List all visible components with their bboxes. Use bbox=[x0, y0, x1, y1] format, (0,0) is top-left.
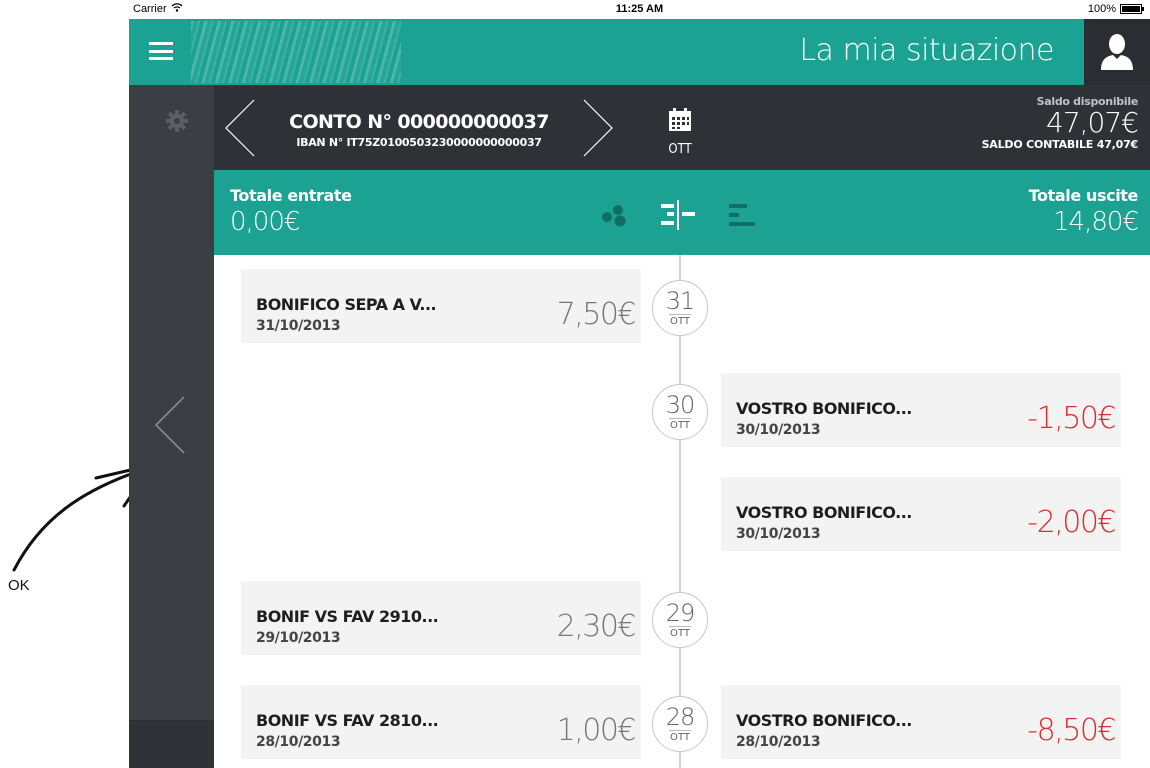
transaction-date: 31/10/2013 bbox=[256, 318, 341, 334]
sidebar-footer bbox=[129, 720, 214, 768]
view-switcher bbox=[599, 200, 757, 235]
transaction-title: VOSTRO BONIFICO... bbox=[736, 399, 912, 418]
expense-label: Totale uscite bbox=[1028, 186, 1139, 205]
transaction-amount: -1,50€ bbox=[1027, 401, 1116, 436]
timeline-view-icon[interactable] bbox=[659, 200, 697, 235]
expense-total: Totale uscite 14,80€ bbox=[1028, 186, 1139, 237]
app-screen: Carrier 11:25 AM 100% La mia situazione bbox=[129, 0, 1150, 768]
transaction-card[interactable]: VOSTRO BONIFICO... 28/10/2013 -8,50€ bbox=[721, 685, 1121, 759]
date-badge-month: OTT bbox=[669, 626, 691, 639]
settings-button[interactable] bbox=[165, 109, 189, 138]
transaction-date: 30/10/2013 bbox=[736, 526, 821, 542]
page-title: La mia situazione bbox=[799, 33, 1054, 68]
account-number: CONTO N° 000000000037 bbox=[289, 111, 549, 133]
income-total: Totale entrate 0,00€ bbox=[230, 186, 352, 237]
date-badge-day: 30 bbox=[665, 391, 696, 419]
status-bar: Carrier 11:25 AM 100% bbox=[129, 0, 1150, 19]
date-badge: 31 OTT bbox=[652, 280, 708, 336]
left-sidebar bbox=[129, 85, 214, 768]
account-bar: CONTO N° 000000000037 IBAN N° IT75Z01005… bbox=[214, 85, 1150, 170]
transaction-amount: 2,30€ bbox=[556, 609, 637, 644]
gear-icon bbox=[166, 110, 188, 132]
transaction-amount: 1,00€ bbox=[556, 713, 637, 748]
balance-panel: Saldo disponibile 47,07€ SALDO CONTABILE… bbox=[981, 95, 1139, 151]
date-badge-day: 28 bbox=[665, 703, 696, 731]
app-header: La mia situazione bbox=[129, 19, 1150, 85]
battery-percent: 100% bbox=[1087, 3, 1116, 15]
transaction-date: 29/10/2013 bbox=[256, 630, 341, 646]
transaction-amount: -8,50€ bbox=[1027, 713, 1116, 748]
expense-value: 14,80€ bbox=[1053, 207, 1139, 237]
transaction-card[interactable]: BONIFICO SEPA A V... 31/10/2013 7,50€ bbox=[241, 269, 641, 343]
date-badge: 29 OTT bbox=[652, 592, 708, 648]
bubble-view-icon[interactable] bbox=[599, 203, 629, 232]
user-icon bbox=[1101, 34, 1133, 70]
transaction-title: BONIF VS FAV 2810... bbox=[256, 711, 439, 730]
transaction-title: VOSTRO BONIFICO... bbox=[736, 503, 912, 522]
date-badge-month: OTT bbox=[669, 730, 691, 743]
date-badge-month: OTT bbox=[669, 418, 691, 431]
account-iban: IBAN N° IT75Z0100503230000000000037 bbox=[296, 136, 542, 149]
transaction-card[interactable]: VOSTRO BONIFICO... 30/10/2013 -2,00€ bbox=[721, 477, 1121, 551]
transaction-title: BONIF VS FAV 2910... bbox=[256, 607, 439, 626]
transaction-amount: -2,00€ bbox=[1027, 505, 1116, 540]
chevron-left-icon bbox=[154, 396, 185, 454]
list-view-icon[interactable] bbox=[727, 202, 757, 233]
bank-logo bbox=[191, 21, 401, 83]
annotation-ok-label: OK bbox=[8, 577, 30, 594]
date-badge: 30 OTT bbox=[652, 384, 708, 440]
status-time: 11:25 AM bbox=[615, 3, 664, 15]
totals-bar: Totale entrate 0,00€ Totale uscite 14,80… bbox=[214, 170, 1150, 255]
transaction-amount: 7,50€ bbox=[556, 297, 637, 332]
transactions-timeline: BONIFICO SEPA A V... 31/10/2013 7,50€ VO… bbox=[214, 255, 1150, 768]
transaction-title: BONIFICO SEPA A V... bbox=[256, 295, 437, 314]
accounting-balance: SALDO CONTABILE 47,07€ bbox=[981, 138, 1139, 151]
chevron-right-icon bbox=[583, 99, 613, 157]
account-info: CONTO N° 000000000037 IBAN N° IT75Z01005… bbox=[244, 111, 594, 149]
date-badge-day: 29 bbox=[665, 599, 696, 627]
date-badge-month: OTT bbox=[669, 314, 691, 327]
profile-button[interactable] bbox=[1084, 19, 1150, 85]
battery-icon bbox=[1120, 4, 1144, 14]
income-label: Totale entrate bbox=[230, 186, 352, 205]
next-account-button[interactable] bbox=[582, 99, 614, 162]
sidebar-back-button[interactable] bbox=[153, 395, 187, 460]
battery-indicator: 100% bbox=[1087, 3, 1144, 15]
date-badge-day: 31 bbox=[665, 287, 696, 315]
transaction-date: 28/10/2013 bbox=[736, 734, 821, 750]
date-badge: 28 OTT bbox=[652, 696, 708, 752]
transaction-card[interactable]: BONIF VS FAV 2810... 28/10/2013 1,00€ bbox=[241, 685, 641, 759]
calendar-month-label: OTT bbox=[668, 142, 692, 157]
transaction-card[interactable]: BONIF VS FAV 2910... 29/10/2013 2,30€ bbox=[241, 581, 641, 655]
transaction-date: 28/10/2013 bbox=[256, 734, 341, 750]
available-balance-value: 47,07€ bbox=[1046, 106, 1139, 139]
transaction-date: 30/10/2013 bbox=[736, 422, 821, 438]
calendar-icon bbox=[669, 108, 691, 131]
transaction-card[interactable]: VOSTRO BONIFICO... 30/10/2013 -1,50€ bbox=[721, 373, 1121, 447]
menu-icon[interactable] bbox=[149, 42, 173, 60]
calendar-button[interactable]: OTT bbox=[666, 107, 694, 157]
transaction-title: VOSTRO BONIFICO... bbox=[736, 711, 912, 730]
income-value: 0,00€ bbox=[230, 207, 300, 237]
